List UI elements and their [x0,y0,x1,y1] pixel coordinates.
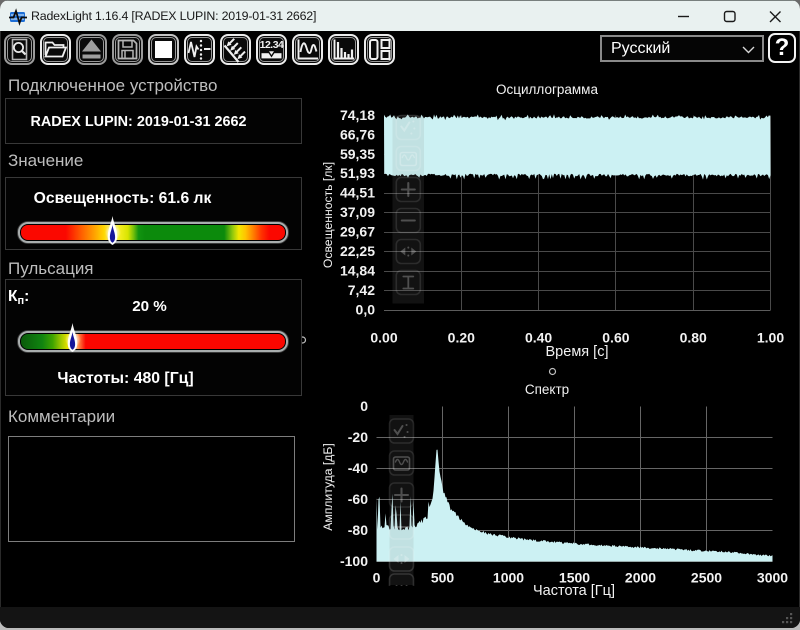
svg-text:-80: -80 [348,522,368,538]
svg-text:0.20: 0.20 [448,330,475,346]
svg-text:7,42: 7,42 [348,282,375,298]
svg-text:0.80: 0.80 [680,330,707,346]
svg-text:22,25: 22,25 [340,243,375,259]
svg-text:Осциллограмма: Осциллограмма [496,82,598,97]
svg-text:51,93: 51,93 [340,165,375,181]
svg-text:0,0: 0,0 [356,301,376,317]
svg-text:Амплитуда [дБ]: Амплитуда [дБ] [321,443,335,531]
svg-text:500: 500 [431,570,455,586]
svg-text:Освещенность [лк]: Освещенность [лк] [321,162,335,268]
svg-text:2500: 2500 [691,570,722,586]
svg-text:-60: -60 [348,491,368,507]
svg-text:0: 0 [360,398,368,414]
svg-text:66,76: 66,76 [340,126,375,142]
svg-text:2000: 2000 [625,570,656,586]
svg-text:14,84: 14,84 [340,263,375,279]
svg-text:0.00: 0.00 [370,330,397,346]
svg-text:Спектр: Спектр [525,382,569,397]
svg-text:Частота [Гц]: Частота [Гц] [533,583,615,599]
svg-text:3000: 3000 [757,570,788,586]
svg-text:37,09: 37,09 [340,204,375,220]
svg-text:1000: 1000 [493,570,524,586]
svg-text:44,51: 44,51 [340,185,375,201]
svg-text:Время [с]: Время [с] [546,344,609,360]
svg-text:-40: -40 [348,460,368,476]
svg-text:59,35: 59,35 [340,146,375,162]
svg-text:29,67: 29,67 [340,224,375,240]
svg-text:-100: -100 [340,553,368,569]
svg-text:1.00: 1.00 [757,330,784,346]
svg-text:-20: -20 [348,429,368,445]
svg-text:0: 0 [373,570,381,586]
svg-text:74,18: 74,18 [340,107,375,123]
